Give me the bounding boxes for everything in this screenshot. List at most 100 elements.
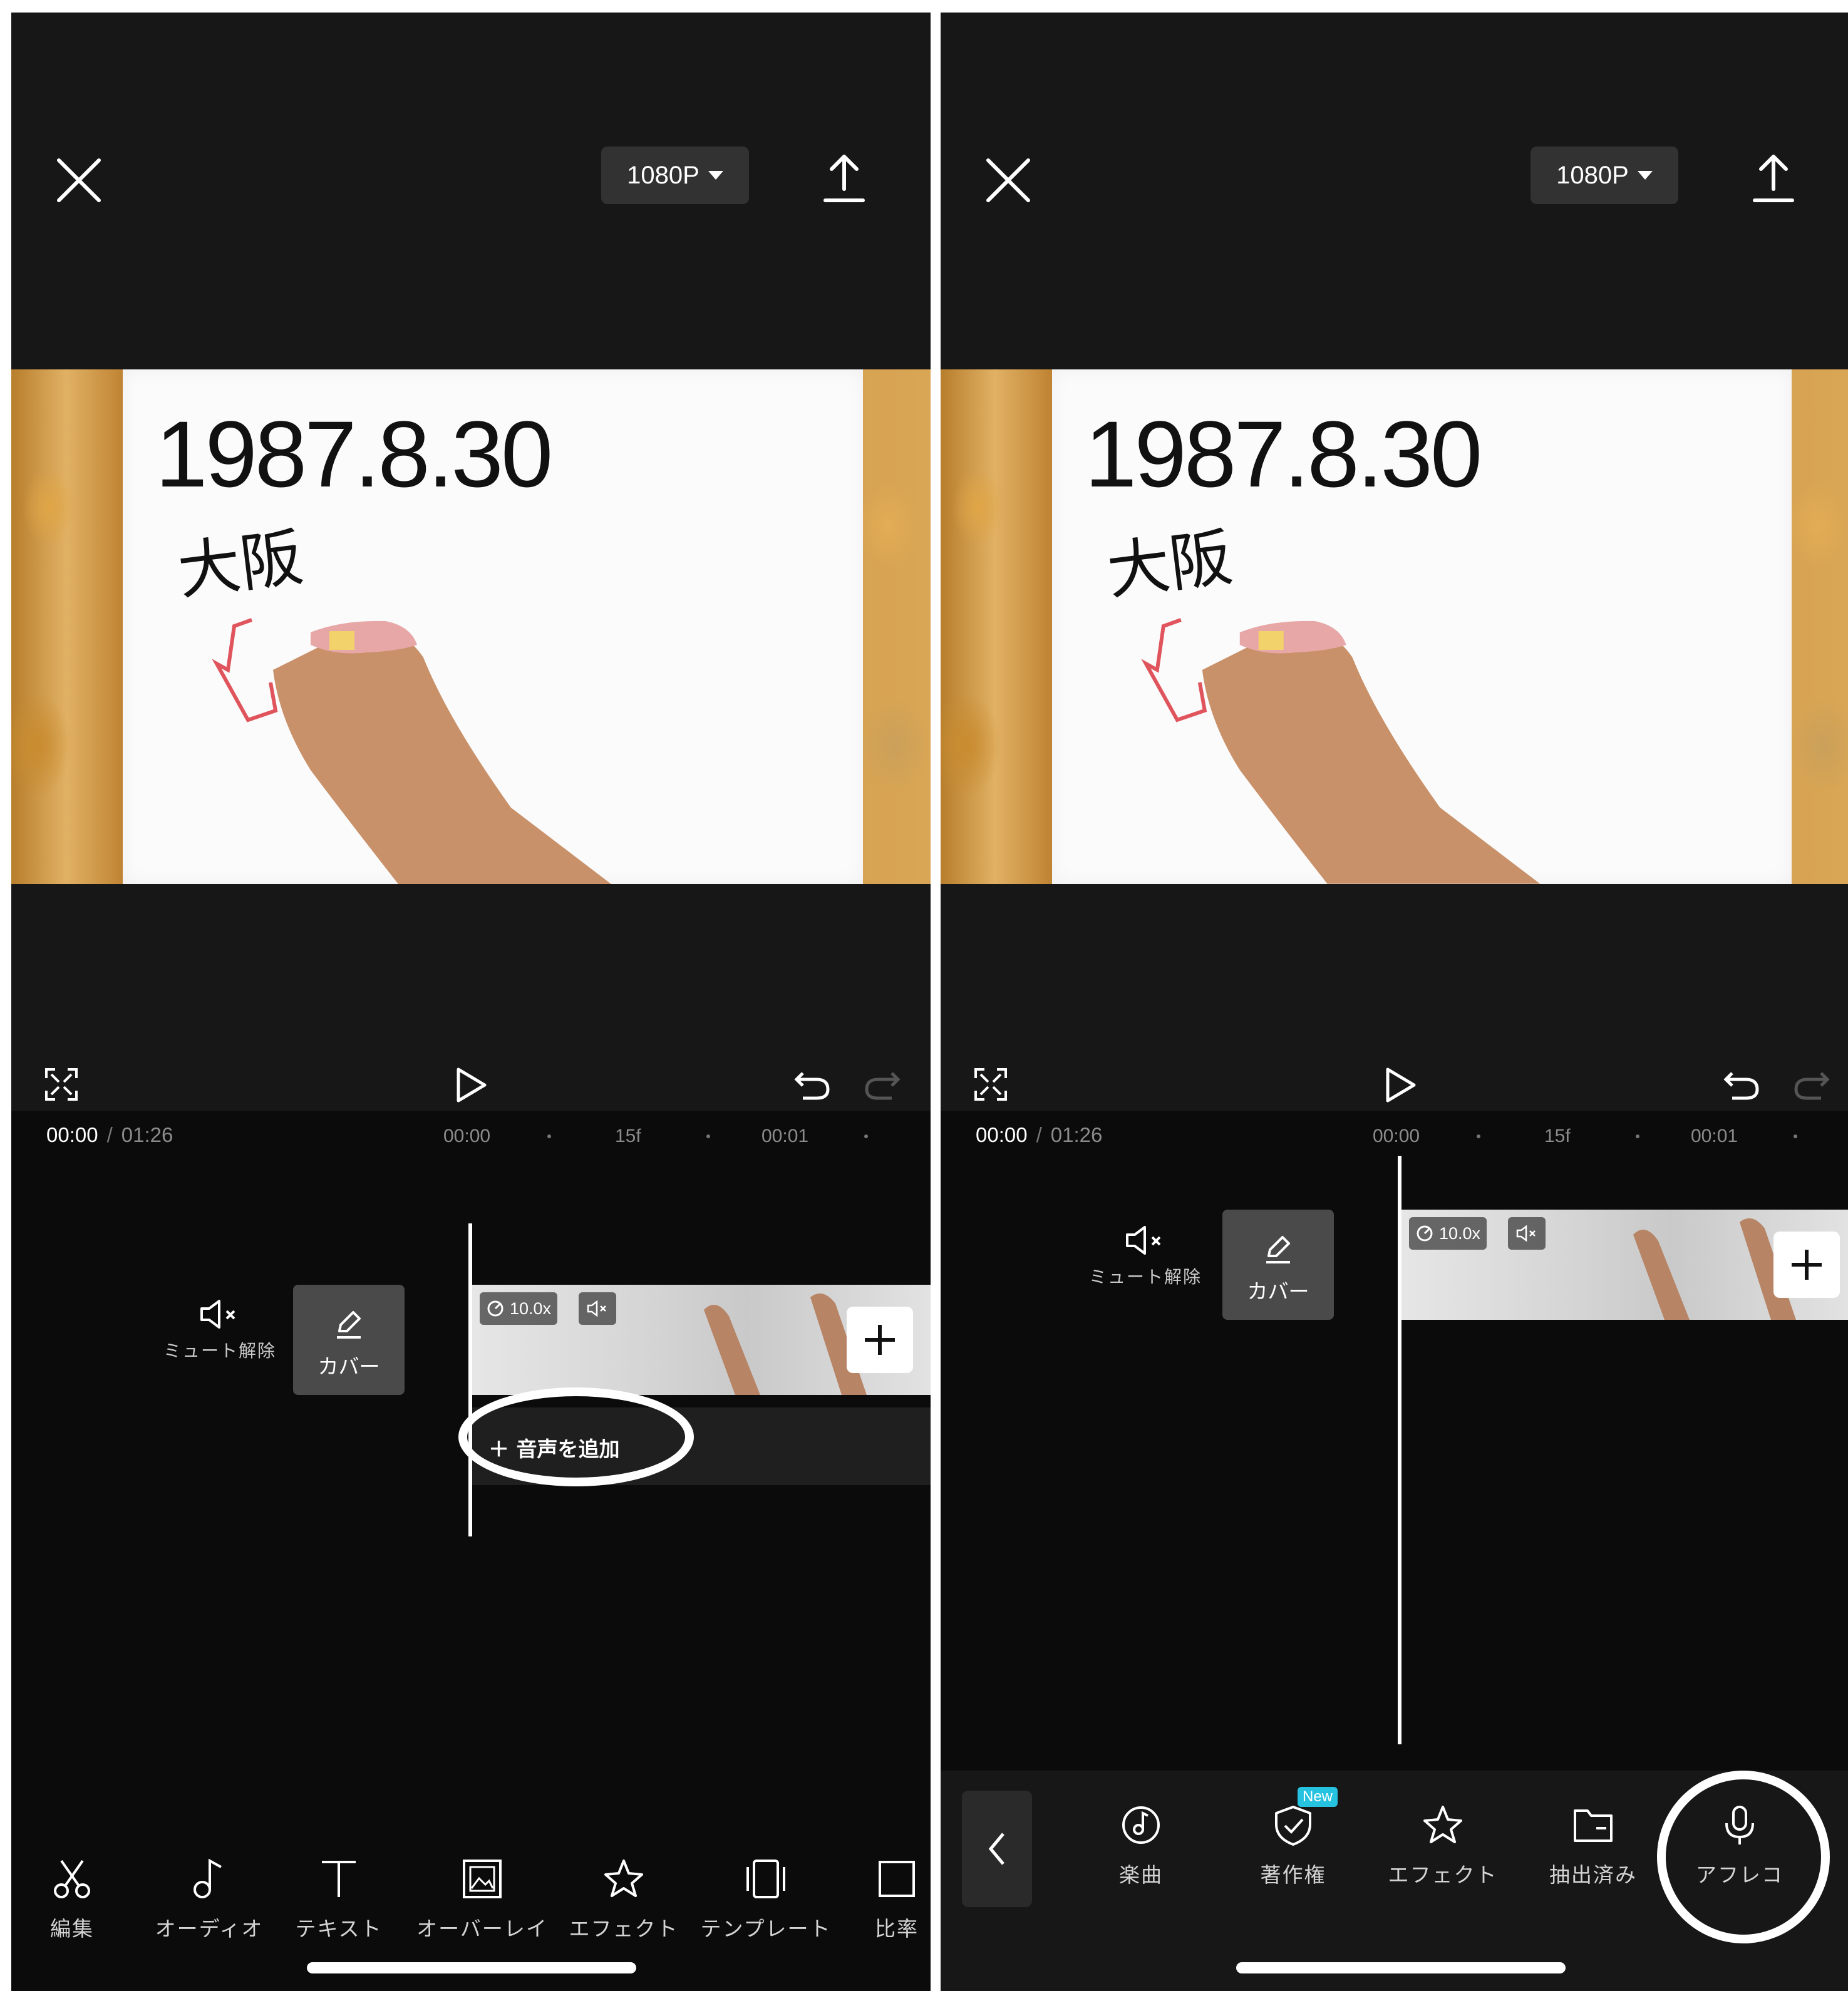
top-bar: 1080P — [941, 13, 1848, 369]
speaker-mute-icon — [1516, 1225, 1536, 1242]
total-time: 01:26 — [1050, 1123, 1103, 1146]
tool-extracted[interactable]: 抽出済み — [1537, 1803, 1649, 1888]
cover-button[interactable]: カバー — [293, 1285, 405, 1395]
tool-label: エフェクト — [569, 1916, 679, 1941]
speaker-mute-icon — [587, 1300, 606, 1317]
playhead[interactable] — [468, 1223, 472, 1536]
pencil-icon — [337, 1311, 361, 1339]
resolution-button[interactable]: 1080P — [601, 147, 749, 204]
clip-thumbnail — [1633, 1230, 1690, 1320]
tool-template[interactable]: テンプレート — [694, 1857, 838, 1942]
fullscreen-icon[interactable] — [973, 1067, 1008, 1102]
tool-effect[interactable]: エフェクト — [1386, 1803, 1499, 1888]
tool-label: 楽曲 — [1119, 1863, 1163, 1887]
export-upload-icon[interactable] — [1748, 150, 1799, 207]
mute-label: ミュート解除 — [1088, 1267, 1202, 1287]
tool-label: オーバーレイ — [416, 1916, 548, 1941]
time-separator: / — [106, 1123, 113, 1146]
tool-label: 抽出済み — [1549, 1863, 1637, 1887]
speed-value: 10.0x — [1439, 1223, 1481, 1243]
tool-text[interactable]: テキスト — [292, 1857, 386, 1942]
folder-icon — [1574, 1809, 1613, 1842]
clip-mute-badge — [1508, 1217, 1546, 1250]
back-button[interactable] — [962, 1791, 1032, 1907]
resolution-button[interactable]: 1080P — [1531, 147, 1678, 204]
fullscreen-icon[interactable] — [44, 1067, 79, 1102]
mute-label: ミュート解除 — [163, 1340, 276, 1361]
play-icon[interactable] — [1383, 1066, 1418, 1104]
cover-label: カバー — [317, 1354, 380, 1379]
whiteboard: 1987.8.30 大阪 — [123, 369, 863, 884]
tool-music[interactable]: 楽曲 — [1103, 1803, 1179, 1888]
hand-drawing — [1141, 618, 1541, 884]
scissors-icon — [54, 1860, 90, 1898]
undo-icon[interactable] — [794, 1069, 830, 1101]
clip-mute-badge — [579, 1292, 616, 1325]
ruler-label: 15f — [615, 1126, 641, 1146]
tool-label: 比率 — [875, 1916, 919, 1941]
tool-label: 編集 — [50, 1916, 94, 1941]
ruler-dot — [864, 1134, 868, 1138]
tool-effect[interactable]: エフェクト — [567, 1857, 680, 1942]
plus-icon — [865, 1325, 895, 1355]
speed-gauge-icon — [1417, 1225, 1433, 1242]
time-display: 00:00 / 01:26 — [46, 1123, 173, 1147]
template-icon — [746, 1860, 785, 1898]
ruler-dot — [1477, 1134, 1480, 1138]
tool-label: 著作権 — [1260, 1863, 1326, 1887]
add-clip-button[interactable] — [847, 1307, 913, 1373]
mute-toggle[interactable]: ミュート解除 — [1080, 1225, 1211, 1289]
timeline: 00:00/01:26 00:00 15f 00:01 ミュート解除 カバー 1… — [11, 1111, 931, 1991]
current-time: 00:00 — [46, 1123, 98, 1146]
ruler-label: 00:00 — [443, 1126, 491, 1146]
tool-overlay[interactable]: オーバーレイ — [413, 1857, 551, 1942]
speed-gauge-icon — [487, 1300, 503, 1317]
current-time: 00:00 — [976, 1123, 1028, 1146]
home-indicator — [1236, 1962, 1566, 1973]
redo-icon[interactable] — [1794, 1069, 1830, 1101]
speed-badge: 10.0x — [1409, 1217, 1487, 1250]
right-screen: 1080P 1987.8.30 大阪 00:00 / 01:26 00:00 1… — [941, 13, 1848, 1991]
tool-edit[interactable]: 編集 — [38, 1857, 106, 1942]
speaker-mute-icon — [200, 1300, 235, 1329]
ruler-label: 00:01 — [761, 1126, 809, 1146]
effect-star-icon — [1423, 1806, 1462, 1843]
pencil-icon — [1266, 1236, 1290, 1263]
cover-button[interactable]: カバー — [1222, 1210, 1334, 1320]
cover-label: カバー — [1247, 1279, 1309, 1304]
add-clip-button[interactable] — [1773, 1232, 1840, 1298]
mute-toggle[interactable]: ミュート解除 — [154, 1299, 286, 1362]
export-upload-icon[interactable] — [819, 150, 869, 207]
tool-audio[interactable]: オーディオ — [153, 1857, 266, 1942]
new-badge: New — [1298, 1787, 1338, 1807]
video-preview: 1987.8.30 大阪 — [941, 369, 1848, 884]
shield-check-icon — [1275, 1806, 1311, 1846]
playhead[interactable] — [1398, 1156, 1401, 1744]
ruler-label: 15f — [1544, 1126, 1571, 1146]
chevron-left-icon — [988, 1833, 1004, 1865]
time-separator: / — [1036, 1123, 1042, 1146]
ruler-dot — [1636, 1134, 1639, 1138]
tool-copyright[interactable]: New 著作権 — [1246, 1787, 1340, 1888]
highlight-ring — [458, 1387, 694, 1486]
tool-label: テキスト — [295, 1916, 383, 1941]
playback-controls — [11, 884, 931, 1111]
undo-icon[interactable] — [1723, 1069, 1760, 1101]
tool-label: エフェクト — [1388, 1863, 1498, 1887]
tool-label: オーディオ — [155, 1916, 264, 1941]
tool-ratio[interactable]: 比率 — [867, 1857, 927, 1942]
redo-icon[interactable] — [864, 1069, 901, 1101]
music-disc-icon — [1122, 1806, 1160, 1844]
ruler-dot — [547, 1134, 551, 1138]
top-bar: 1080P — [11, 13, 931, 369]
highlight-ring — [1657, 1771, 1830, 1943]
play-icon[interactable] — [453, 1066, 488, 1104]
playback-controls — [941, 884, 1848, 1111]
close-icon[interactable] — [53, 154, 105, 207]
resolution-label: 1080P — [627, 161, 699, 189]
overlay-icon — [463, 1860, 502, 1898]
speed-badge: 10.0x — [480, 1292, 558, 1325]
music-note-icon — [194, 1858, 222, 1898]
hand-drawing — [212, 618, 611, 884]
close-icon[interactable] — [982, 154, 1035, 207]
